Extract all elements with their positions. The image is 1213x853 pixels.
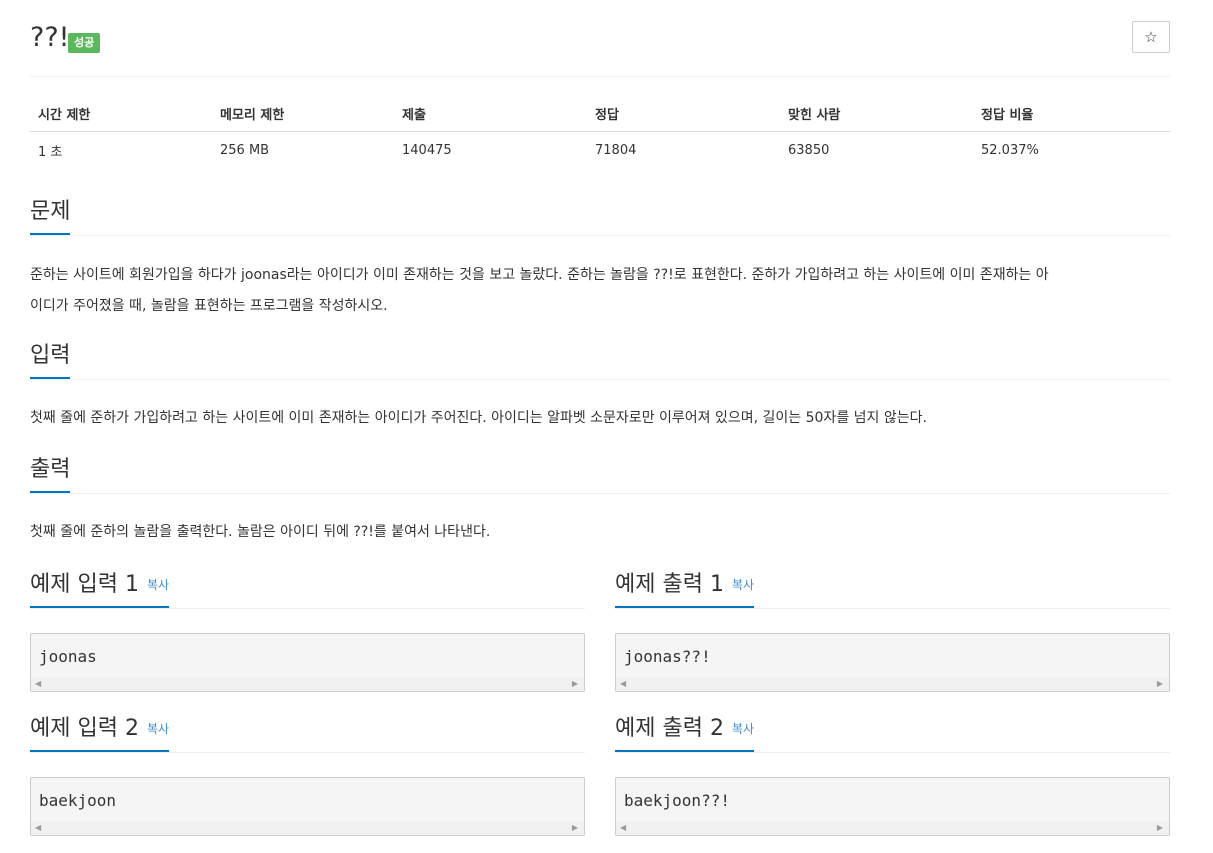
horizontal-scrollbar[interactable]: ◀ ▶ bbox=[31, 677, 584, 691]
sample-input-1: 예제 입력 1 복사 joonas ◀ ▶ bbox=[30, 571, 585, 692]
horizontal-scrollbar[interactable]: ◀ ▶ bbox=[616, 821, 1169, 835]
header-solved-users: 맞힌 사람 bbox=[780, 96, 973, 132]
scroll-right-icon[interactable]: ▶ bbox=[572, 679, 578, 688]
horizontal-scrollbar[interactable]: ◀ ▶ bbox=[31, 821, 584, 835]
value-memory-limit: 256 MB bbox=[220, 143, 270, 158]
description-section: 문제 준하는 사이트에 회원가입을 하다가 joonas라는 아이디가 이미 존… bbox=[30, 198, 1170, 322]
scroll-right-icon[interactable]: ▶ bbox=[1157, 823, 1163, 832]
header-memory-limit: 메모리 제한 bbox=[212, 96, 394, 132]
status-badge: 성공 bbox=[68, 33, 101, 53]
value-solved-users: 63850 bbox=[788, 143, 830, 158]
section-headline: 예제 출력 1 복사 bbox=[615, 571, 1170, 609]
section-headline: 출력 bbox=[30, 456, 1170, 494]
header-submissions: 제출 bbox=[394, 96, 587, 132]
description-line: 이디가 주어졌을 때, 놀람을 표현하는 프로그램을 작성하시오. bbox=[30, 298, 388, 314]
copy-button[interactable]: 복사 bbox=[732, 578, 754, 592]
copy-button[interactable]: 복사 bbox=[732, 722, 754, 736]
header-time-limit: 시간 제한 bbox=[30, 96, 212, 132]
header-accepted: 정답 bbox=[587, 96, 780, 132]
section-headline: 입력 bbox=[30, 342, 1170, 380]
problem-info-table: 시간 제한 메모리 제한 제출 정답 맞힌 사람 정답 비율 1 초 256 M… bbox=[30, 96, 1170, 169]
sample-output-2-title: 예제 출력 2 복사 bbox=[615, 715, 755, 752]
scroll-left-icon[interactable]: ◀ bbox=[35, 679, 41, 688]
sample-title-text: 예제 입력 2 bbox=[30, 716, 139, 741]
scroll-right-icon[interactable]: ▶ bbox=[1157, 679, 1163, 688]
copy-button[interactable]: 복사 bbox=[147, 722, 169, 736]
sample-output-2: 예제 출력 2 복사 baekjoon??! ◀ ▶ bbox=[615, 715, 1170, 836]
sample-input-1-title: 예제 입력 1 복사 bbox=[30, 571, 170, 608]
input-text: 첫째 줄에 준하가 가입하려고 하는 사이트에 이미 존재하는 아이디가 주어진… bbox=[30, 410, 927, 426]
copy-button[interactable]: 복사 bbox=[147, 578, 169, 592]
horizontal-scrollbar[interactable]: ◀ ▶ bbox=[616, 677, 1169, 691]
section-headline: 예제 입력 1 복사 bbox=[30, 571, 585, 609]
star-icon: ☆ bbox=[1144, 28, 1158, 46]
info-value-row: 1 초 256 MB 140475 71804 63850 52.037% bbox=[30, 132, 1170, 170]
sample-code: joonas??! bbox=[624, 647, 711, 666]
sample-input-2-title: 예제 입력 2 복사 bbox=[30, 715, 170, 752]
description-title: 문제 bbox=[30, 198, 71, 235]
input-title: 입력 bbox=[30, 342, 71, 379]
problem-page: ??! 성공 ☆ 시간 제한 메모리 제한 제출 정답 맞힌 사람 정답 비율 … bbox=[30, 0, 1170, 836]
section-headline: 문제 bbox=[30, 198, 1170, 236]
value-submissions: 140475 bbox=[402, 143, 452, 158]
favorite-button[interactable]: ☆ bbox=[1132, 21, 1170, 53]
sample-code: baekjoon bbox=[39, 791, 117, 810]
sample-input-1-box[interactable]: joonas ◀ ▶ bbox=[30, 633, 585, 692]
output-title: 출력 bbox=[30, 456, 71, 493]
section-headline: 예제 출력 2 복사 bbox=[615, 715, 1170, 753]
sample-output-2-box[interactable]: baekjoon??! ◀ ▶ bbox=[615, 777, 1170, 836]
sample-title-text: 예제 출력 2 bbox=[615, 716, 724, 741]
sample-output-1-title: 예제 출력 1 복사 bbox=[615, 571, 755, 608]
sample-code: joonas bbox=[39, 647, 97, 666]
sample-code: baekjoon??! bbox=[624, 791, 730, 810]
header-accept-ratio: 정답 비율 bbox=[973, 96, 1170, 132]
description-line: 준하는 사이트에 회원가입을 하다가 joonas라는 아이디가 이미 존재하는… bbox=[30, 267, 1049, 283]
sample-title-text: 예제 입력 1 bbox=[30, 572, 139, 597]
scroll-left-icon[interactable]: ◀ bbox=[35, 823, 41, 832]
sample-title-text: 예제 출력 1 bbox=[615, 572, 724, 597]
section-headline: 예제 입력 2 복사 bbox=[30, 715, 585, 753]
sample-output-1-box[interactable]: joonas??! ◀ ▶ bbox=[615, 633, 1170, 692]
input-section: 입력 첫째 줄에 준하가 가입하려고 하는 사이트에 이미 존재하는 아이디가 … bbox=[30, 342, 1170, 434]
description-text: 준하는 사이트에 회원가입을 하다가 joonas라는 아이디가 이미 존재하는… bbox=[30, 260, 1170, 322]
output-section: 출력 첫째 줄에 준하의 놀람을 출력한다. 놀람은 아이디 뒤에 ??!를 붙… bbox=[30, 456, 1170, 548]
problem-header: ??! 성공 ☆ bbox=[30, 0, 1170, 77]
sample-input-2-box[interactable]: baekjoon ◀ ▶ bbox=[30, 777, 585, 836]
output-text: 첫째 줄에 준하의 놀람을 출력한다. 놀람은 아이디 뒤에 ??!를 붙여서 … bbox=[30, 524, 491, 540]
sample-input-2: 예제 입력 2 복사 baekjoon ◀ ▶ bbox=[30, 715, 585, 836]
scroll-left-icon[interactable]: ◀ bbox=[620, 823, 626, 832]
value-accept-ratio: 52.037% bbox=[981, 143, 1039, 158]
value-time-limit: 1 초 bbox=[38, 145, 63, 160]
value-accepted: 71804 bbox=[595, 143, 637, 158]
sample-output-1: 예제 출력 1 복사 joonas??! ◀ ▶ bbox=[615, 571, 1170, 692]
scroll-right-icon[interactable]: ▶ bbox=[572, 823, 578, 832]
info-header-row: 시간 제한 메모리 제한 제출 정답 맞힌 사람 정답 비율 bbox=[30, 96, 1170, 132]
problem-title: ??! bbox=[30, 22, 70, 53]
scroll-left-icon[interactable]: ◀ bbox=[620, 679, 626, 688]
